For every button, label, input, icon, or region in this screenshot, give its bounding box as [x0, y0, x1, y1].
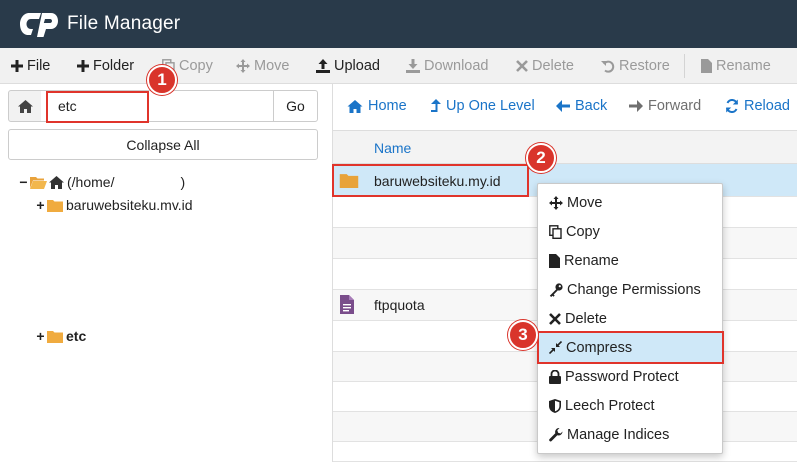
new-file-button[interactable]: File — [11, 48, 50, 84]
tree-label-baruwebsiteku: baruwebsiteku.mv.id — [66, 197, 193, 213]
context-menu-password-protect[interactable]: Password Protect — [538, 362, 722, 391]
undo-icon — [601, 60, 615, 73]
forward-button[interactable]: Forward — [629, 84, 701, 128]
lock-icon — [549, 369, 561, 384]
back-button[interactable]: Back — [556, 84, 607, 128]
toolbar: File Folder Copy Move Upload Download De… — [0, 48, 797, 84]
tree-label-home-close: ) — [180, 174, 186, 190]
expand-icon[interactable]: + — [35, 197, 46, 213]
app-header: File Manager — [0, 0, 797, 48]
step-badge-1: 1 — [147, 65, 177, 95]
arrow-right-icon — [629, 100, 643, 112]
file-icon — [549, 253, 560, 268]
tree-item-baruwebsiteku[interactable]: + baruwebsiteku.mv.id — [35, 197, 193, 213]
tree-item-etc[interactable]: + etc — [35, 328, 86, 344]
up-one-level-button[interactable]: Up One Level — [431, 84, 535, 128]
arrow-left-icon — [556, 100, 570, 112]
annotation-box-path-input — [46, 91, 149, 123]
folder-icon — [47, 199, 63, 212]
tree-label-etc: etc — [66, 328, 87, 344]
tree-item-home[interactable]: − (/home/ ) — [18, 174, 185, 190]
home-icon — [347, 99, 363, 113]
step-badge-2: 2 — [526, 143, 556, 173]
shield-icon — [549, 398, 561, 413]
plus-icon — [77, 60, 89, 72]
home-button[interactable] — [8, 90, 42, 122]
tree-label-home: (/home/ — [67, 174, 115, 190]
delete-button[interactable]: Delete — [516, 48, 574, 84]
app-title: File Manager — [67, 13, 181, 34]
context-menu-rename[interactable]: Rename — [538, 246, 722, 275]
folder-icon — [47, 330, 63, 343]
collapse-all-button[interactable]: Collapse All — [8, 129, 318, 160]
file-icon — [701, 59, 712, 73]
reload-button[interactable]: Reload — [725, 84, 790, 128]
file-name: ftpquota — [374, 297, 425, 313]
key-icon — [549, 282, 563, 297]
toolbar-divider — [684, 54, 685, 78]
nav-home-button[interactable]: Home — [347, 84, 407, 128]
context-menu-manage-indices[interactable]: Manage Indices — [538, 420, 722, 449]
context-menu-move[interactable]: Move — [538, 188, 722, 217]
move-icon — [549, 195, 563, 210]
close-icon — [516, 60, 528, 72]
column-header-name[interactable]: Name — [374, 140, 411, 156]
file-list-header: Name — [333, 130, 797, 164]
level-up-icon — [431, 98, 441, 112]
context-menu-copy[interactable]: Copy — [538, 217, 722, 246]
file-icon — [340, 295, 354, 314]
folder-open-icon — [30, 176, 47, 189]
go-button[interactable]: Go — [273, 90, 318, 122]
navigation-bar: Home Up One Level Back Forward Reload — [333, 84, 797, 128]
home-icon — [17, 99, 33, 113]
move-icon — [236, 59, 250, 73]
copy-icon — [549, 224, 562, 239]
refresh-icon — [726, 99, 738, 113]
collapse-icon[interactable]: − — [18, 174, 29, 190]
wrench-icon — [549, 427, 563, 441]
annotation-box-compress — [537, 331, 724, 364]
move-button[interactable]: Move — [236, 48, 289, 84]
context-menu: Move Copy Rename Change Permissions Dele… — [537, 183, 723, 454]
annotation-box-folder — [332, 164, 529, 197]
context-menu-delete[interactable]: Delete — [538, 304, 722, 333]
download-button[interactable]: Download — [406, 48, 489, 84]
close-icon — [549, 312, 561, 325]
upload-button[interactable]: Upload — [316, 48, 380, 84]
cpanel-logo-icon — [20, 13, 58, 37]
upload-icon — [316, 59, 330, 73]
context-menu-change-permissions[interactable]: Change Permissions — [538, 275, 722, 304]
expand-icon[interactable]: + — [35, 328, 46, 344]
restore-button[interactable]: Restore — [601, 48, 670, 84]
home-icon — [49, 175, 64, 189]
plus-icon — [11, 60, 23, 72]
download-icon — [406, 59, 420, 73]
rename-button[interactable]: Rename — [701, 48, 771, 84]
new-folder-button[interactable]: Folder — [77, 48, 134, 84]
step-badge-3: 3 — [508, 320, 538, 350]
context-menu-leech-protect[interactable]: Leech Protect — [538, 391, 722, 420]
